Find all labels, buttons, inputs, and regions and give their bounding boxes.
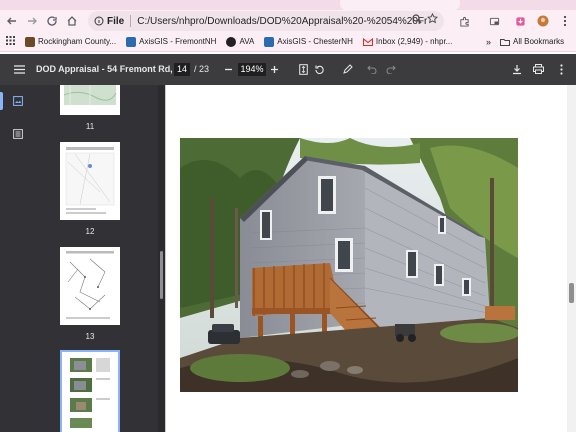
sidebar-rail (0, 85, 36, 432)
back-button[interactable] (2, 11, 22, 31)
page-scroll-thumb[interactable] (569, 283, 574, 303)
house-photo (180, 138, 518, 392)
all-bookmarks-folder[interactable]: All Bookmarks (500, 37, 564, 46)
browser-toolbar: File C:/Users/nhpro/Downloads/DOD%20Appr… (0, 10, 576, 32)
annotate-pen-icon[interactable] (340, 62, 354, 76)
download-icon[interactable] (510, 62, 524, 76)
thumbnail-page-13[interactable] (60, 247, 120, 325)
reload-icon (47, 16, 57, 26)
thumbnail-page-11[interactable] (60, 85, 120, 115)
pdf-toolbar: DOD Appraisal - 54 Fremont Rd, C... 14 /… (0, 54, 576, 85)
profile-avatar[interactable] (534, 10, 552, 32)
fit-page-icon[interactable] (296, 62, 310, 76)
zoom-in-icon[interactable] (267, 62, 281, 76)
menu-kebab-icon[interactable] (556, 10, 574, 32)
bookmarks-bar: Rockingham County... AxisGIS - FremontNH… (0, 32, 576, 52)
thumbnail-panel: 11 12 13 14 (36, 85, 158, 432)
address-url[interactable]: C:/Users/nhpro/Downloads/DOD%20Appraisal… (137, 16, 427, 27)
thumbnail-page-12[interactable] (60, 142, 120, 220)
bookmark-favicon-icon (264, 36, 275, 47)
home-icon (67, 16, 77, 26)
downloads-icon[interactable] (511, 10, 529, 32)
reload-button[interactable] (42, 11, 62, 31)
zoom-input[interactable]: 194% (238, 63, 266, 76)
bookmark-favicon-icon (25, 36, 35, 47)
bookmark-axisgis-fremont[interactable]: AxisGIS - FremontNH (126, 36, 217, 47)
arrow-left-icon (7, 17, 16, 25)
forward-button[interactable] (22, 11, 42, 31)
zoom-magnifier-icon[interactable] (412, 14, 422, 27)
bookmark-favicon-icon (126, 36, 137, 47)
thumbnail-scroll-thumb[interactable] (160, 251, 163, 299)
print-icon[interactable] (531, 62, 545, 76)
thumbnail-label: 11 (85, 122, 95, 131)
bookmark-label: Inbox (2,949) - nhpr... (375, 37, 453, 46)
thumbnails-view-icon[interactable] (11, 94, 25, 108)
bookmark-ava[interactable]: AVA (226, 36, 255, 47)
arrow-right-icon (28, 17, 37, 25)
bookmark-label: AxisGIS - FremontNH (139, 37, 217, 46)
bookmark-label: Rockingham County... (38, 37, 117, 46)
bookmarks-overflow-icon[interactable]: » (486, 37, 491, 47)
page-total: / 23 (194, 64, 210, 74)
tab-strip (0, 0, 576, 10)
apps-grid-icon[interactable] (6, 36, 15, 47)
thumbnail-page-14[interactable] (60, 350, 120, 432)
pdf-title: DOD Appraisal - 54 Fremont Rd, C... (36, 64, 190, 74)
globe-icon (226, 36, 237, 47)
info-icon (94, 16, 104, 26)
home-button[interactable] (62, 11, 82, 31)
bookmark-star-icon[interactable] (426, 12, 439, 27)
address-scheme: File (107, 15, 125, 27)
undo-icon[interactable] (365, 62, 379, 76)
folder-icon (500, 38, 510, 46)
all-bookmarks-label: All Bookmarks (513, 37, 565, 46)
bookmark-rockingham[interactable]: Rockingham County... (25, 36, 117, 47)
redo-icon[interactable] (384, 62, 398, 76)
zoom-out-icon[interactable] (221, 62, 235, 76)
extensions-icon[interactable] (455, 10, 473, 32)
rail-active-indicator (0, 92, 3, 110)
sidebar-menu-icon[interactable] (12, 62, 26, 76)
address-bar[interactable]: File C:/Users/nhpro/Downloads/DOD%20Appr… (88, 11, 444, 31)
page-scrollbar[interactable] (567, 85, 576, 432)
thumbnail-label: 12 (85, 227, 95, 236)
outline-view-icon[interactable] (11, 127, 25, 141)
bookmark-inbox[interactable]: Inbox (2,949) - nhpr... (362, 37, 453, 46)
bookmark-label: AxisGIS - ChesterNH (277, 37, 353, 46)
cast-icon[interactable] (485, 10, 503, 32)
thumbnail-scrollbar[interactable] (158, 85, 165, 432)
address-divider (130, 15, 132, 27)
bookmark-label: AVA (239, 37, 255, 46)
thumbnail-label: 13 (85, 332, 95, 341)
bookmark-axisgis-chester[interactable]: AxisGIS - ChesterNH (264, 36, 353, 47)
rotate-icon[interactable] (312, 62, 326, 76)
more-options-icon[interactable] (554, 62, 568, 76)
page-number-input[interactable]: 14 (174, 63, 190, 76)
active-tab[interactable] (340, 0, 460, 10)
gmail-icon (362, 37, 373, 46)
